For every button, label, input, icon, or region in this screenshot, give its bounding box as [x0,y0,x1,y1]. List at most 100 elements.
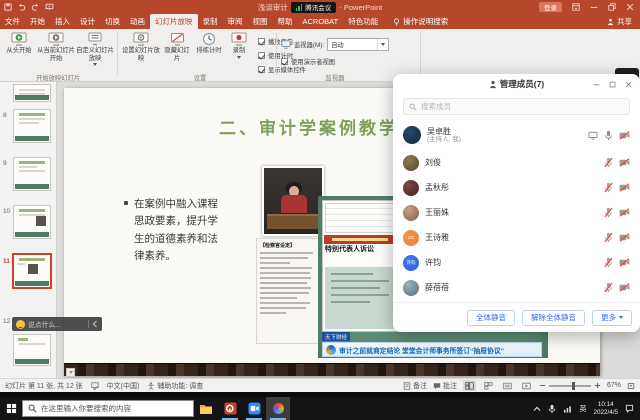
tab-insert[interactable]: 插入 [50,14,75,29]
meeting-floating-widget[interactable]: 腾讯会议 [291,2,337,13]
minimize-icon[interactable] [590,3,598,11]
view-normal-icon[interactable] [463,380,476,391]
more-button[interactable]: 更多 [592,310,632,326]
zoom-thumb[interactable] [572,382,575,390]
member-row[interactable]: 吴卓胜 (主持人, 我) [393,120,640,150]
file-explorer-icon[interactable] [194,397,218,420]
member-row[interactable]: 刘俊 [393,150,640,175]
network-icon[interactable] [563,405,572,413]
member-row[interactable]: 薛蓓蓓 [393,275,640,300]
action-center-icon[interactable] [625,404,634,413]
notes-button[interactable]: 备注 [403,381,427,391]
camera-off-icon[interactable] [619,233,630,242]
mic-muted-icon[interactable] [604,182,613,193]
restore-icon[interactable] [608,3,616,11]
spell-check-icon[interactable] [91,382,99,390]
hide-slide-button[interactable]: 隐藏幻灯片 [162,31,192,62]
tab-design[interactable]: 设计 [75,14,100,29]
collapse-left-icon[interactable] [92,320,98,328]
tab-view[interactable]: 视图 [248,14,273,29]
use-presenter-view-checkbox[interactable]: 使用演示者视图 [281,57,335,66]
zoom-in-icon[interactable] [594,382,601,389]
tab-review[interactable]: 审阅 [223,14,248,29]
camera-off-icon[interactable] [619,283,630,292]
mic-muted-icon[interactable] [604,207,613,218]
from-current-slide-button[interactable]: 从当前幻灯片开始 [36,31,76,62]
record-button[interactable]: 录制 [226,31,252,59]
camera-off-icon[interactable] [619,258,630,267]
taskbar-clock[interactable]: 10:14 2022/4/5 [593,401,618,416]
chevron-up-icon[interactable] [533,406,541,412]
camera-off-icon[interactable] [619,208,630,217]
view-reading-icon[interactable] [501,380,514,391]
slide-thumbnail[interactable] [13,205,51,239]
language-indicator[interactable]: 中文(中国) [107,381,140,391]
tab-features[interactable]: 特色功能 [343,14,383,29]
from-beginning-button[interactable]: 从头开始 [3,31,35,55]
mic-muted-icon[interactable] [604,282,613,293]
slide-thumbnail[interactable] [13,334,51,366]
camera-off-icon[interactable] [619,158,630,167]
share-button[interactable]: 共享 [607,14,640,29]
monitor-select[interactable]: 自动 [327,38,389,51]
thumbnail-scroll-down-button[interactable] [66,368,75,377]
emoji-icon[interactable] [16,320,25,329]
mic-muted-icon[interactable] [604,157,613,168]
close-icon[interactable] [625,81,632,88]
accessibility-indicator[interactable]: 辅助功能: 调查 [147,381,203,391]
powerpoint-taskbar-icon[interactable] [218,397,242,420]
tab-record[interactable]: 录制 [198,14,223,29]
member-row[interactable]: 孟秋彤 [393,175,640,200]
chat-input-placeholder[interactable]: 说点什么... [28,319,61,329]
tab-help[interactable]: 帮助 [273,14,298,29]
camera-off-icon[interactable] [619,183,630,192]
member-row[interactable]: 王丽姝 [393,200,640,225]
camera-off-icon[interactable] [619,131,630,140]
save-icon[interactable] [4,3,12,11]
slide-thumbnail[interactable] [13,109,51,143]
input-language-indicator[interactable]: 英 [579,404,586,414]
rehearse-timings-button[interactable]: 排练计时 [192,31,226,55]
zoom-out-icon[interactable] [539,382,546,389]
slide-thumbnail-selected[interactable] [12,253,52,289]
member-search-input[interactable] [421,102,624,111]
meeting-chat-bar[interactable]: 说点什么... [12,317,102,331]
slide-thumbnail[interactable] [13,84,51,102]
mic-tray-icon[interactable] [548,404,556,414]
screen-share-icon[interactable] [588,131,598,140]
taskbar-search-input[interactable] [41,404,188,413]
member-row[interactable]: 许钧 许钧 [393,250,640,275]
minimize-icon[interactable] [593,81,600,88]
setup-slideshow-button[interactable]: 设置幻灯片放映 [121,31,161,62]
tencent-meeting-icon[interactable] [242,397,266,420]
tell-me-search[interactable]: 操作说明搜索 [393,14,448,29]
view-slide-sorter-icon[interactable] [482,380,495,391]
member-search-box[interactable] [403,98,630,115]
maximize-icon[interactable] [609,81,616,88]
taskbar-search-box[interactable] [22,400,194,417]
redo-icon[interactable] [31,3,40,11]
tab-slideshow[interactable]: 幻灯片放映 [150,14,198,29]
close-icon[interactable] [626,3,634,11]
zoom-percent[interactable]: 67% [607,382,621,389]
signin-button[interactable]: 登录 [539,2,562,12]
tab-animations[interactable]: 动画 [125,14,150,29]
start-button[interactable] [0,397,22,420]
fit-slide-icon[interactable] [627,382,635,390]
mic-muted-icon[interactable] [604,257,613,268]
zoom-track[interactable] [549,385,591,387]
tab-transitions[interactable]: 切换 [100,14,125,29]
member-row[interactable]: SO 王诗雅 [393,225,640,250]
start-slideshow-icon[interactable] [45,3,54,11]
mic-icon[interactable] [604,130,613,141]
comments-button[interactable]: 批注 [433,381,457,391]
active-app-icon[interactable] [266,397,290,420]
unmute-all-button[interactable]: 解除全体静音 [522,310,585,326]
tab-acrobat[interactable]: ACROBAT [298,14,344,29]
undo-icon[interactable] [17,3,26,11]
slide-thumbnail[interactable] [13,157,51,191]
custom-slideshow-button[interactable]: 自定义幻灯片放映 [76,31,114,66]
tab-home[interactable]: 开始 [25,14,50,29]
mute-all-button[interactable]: 全体静音 [467,310,515,326]
tab-file[interactable]: 文件 [0,14,25,29]
